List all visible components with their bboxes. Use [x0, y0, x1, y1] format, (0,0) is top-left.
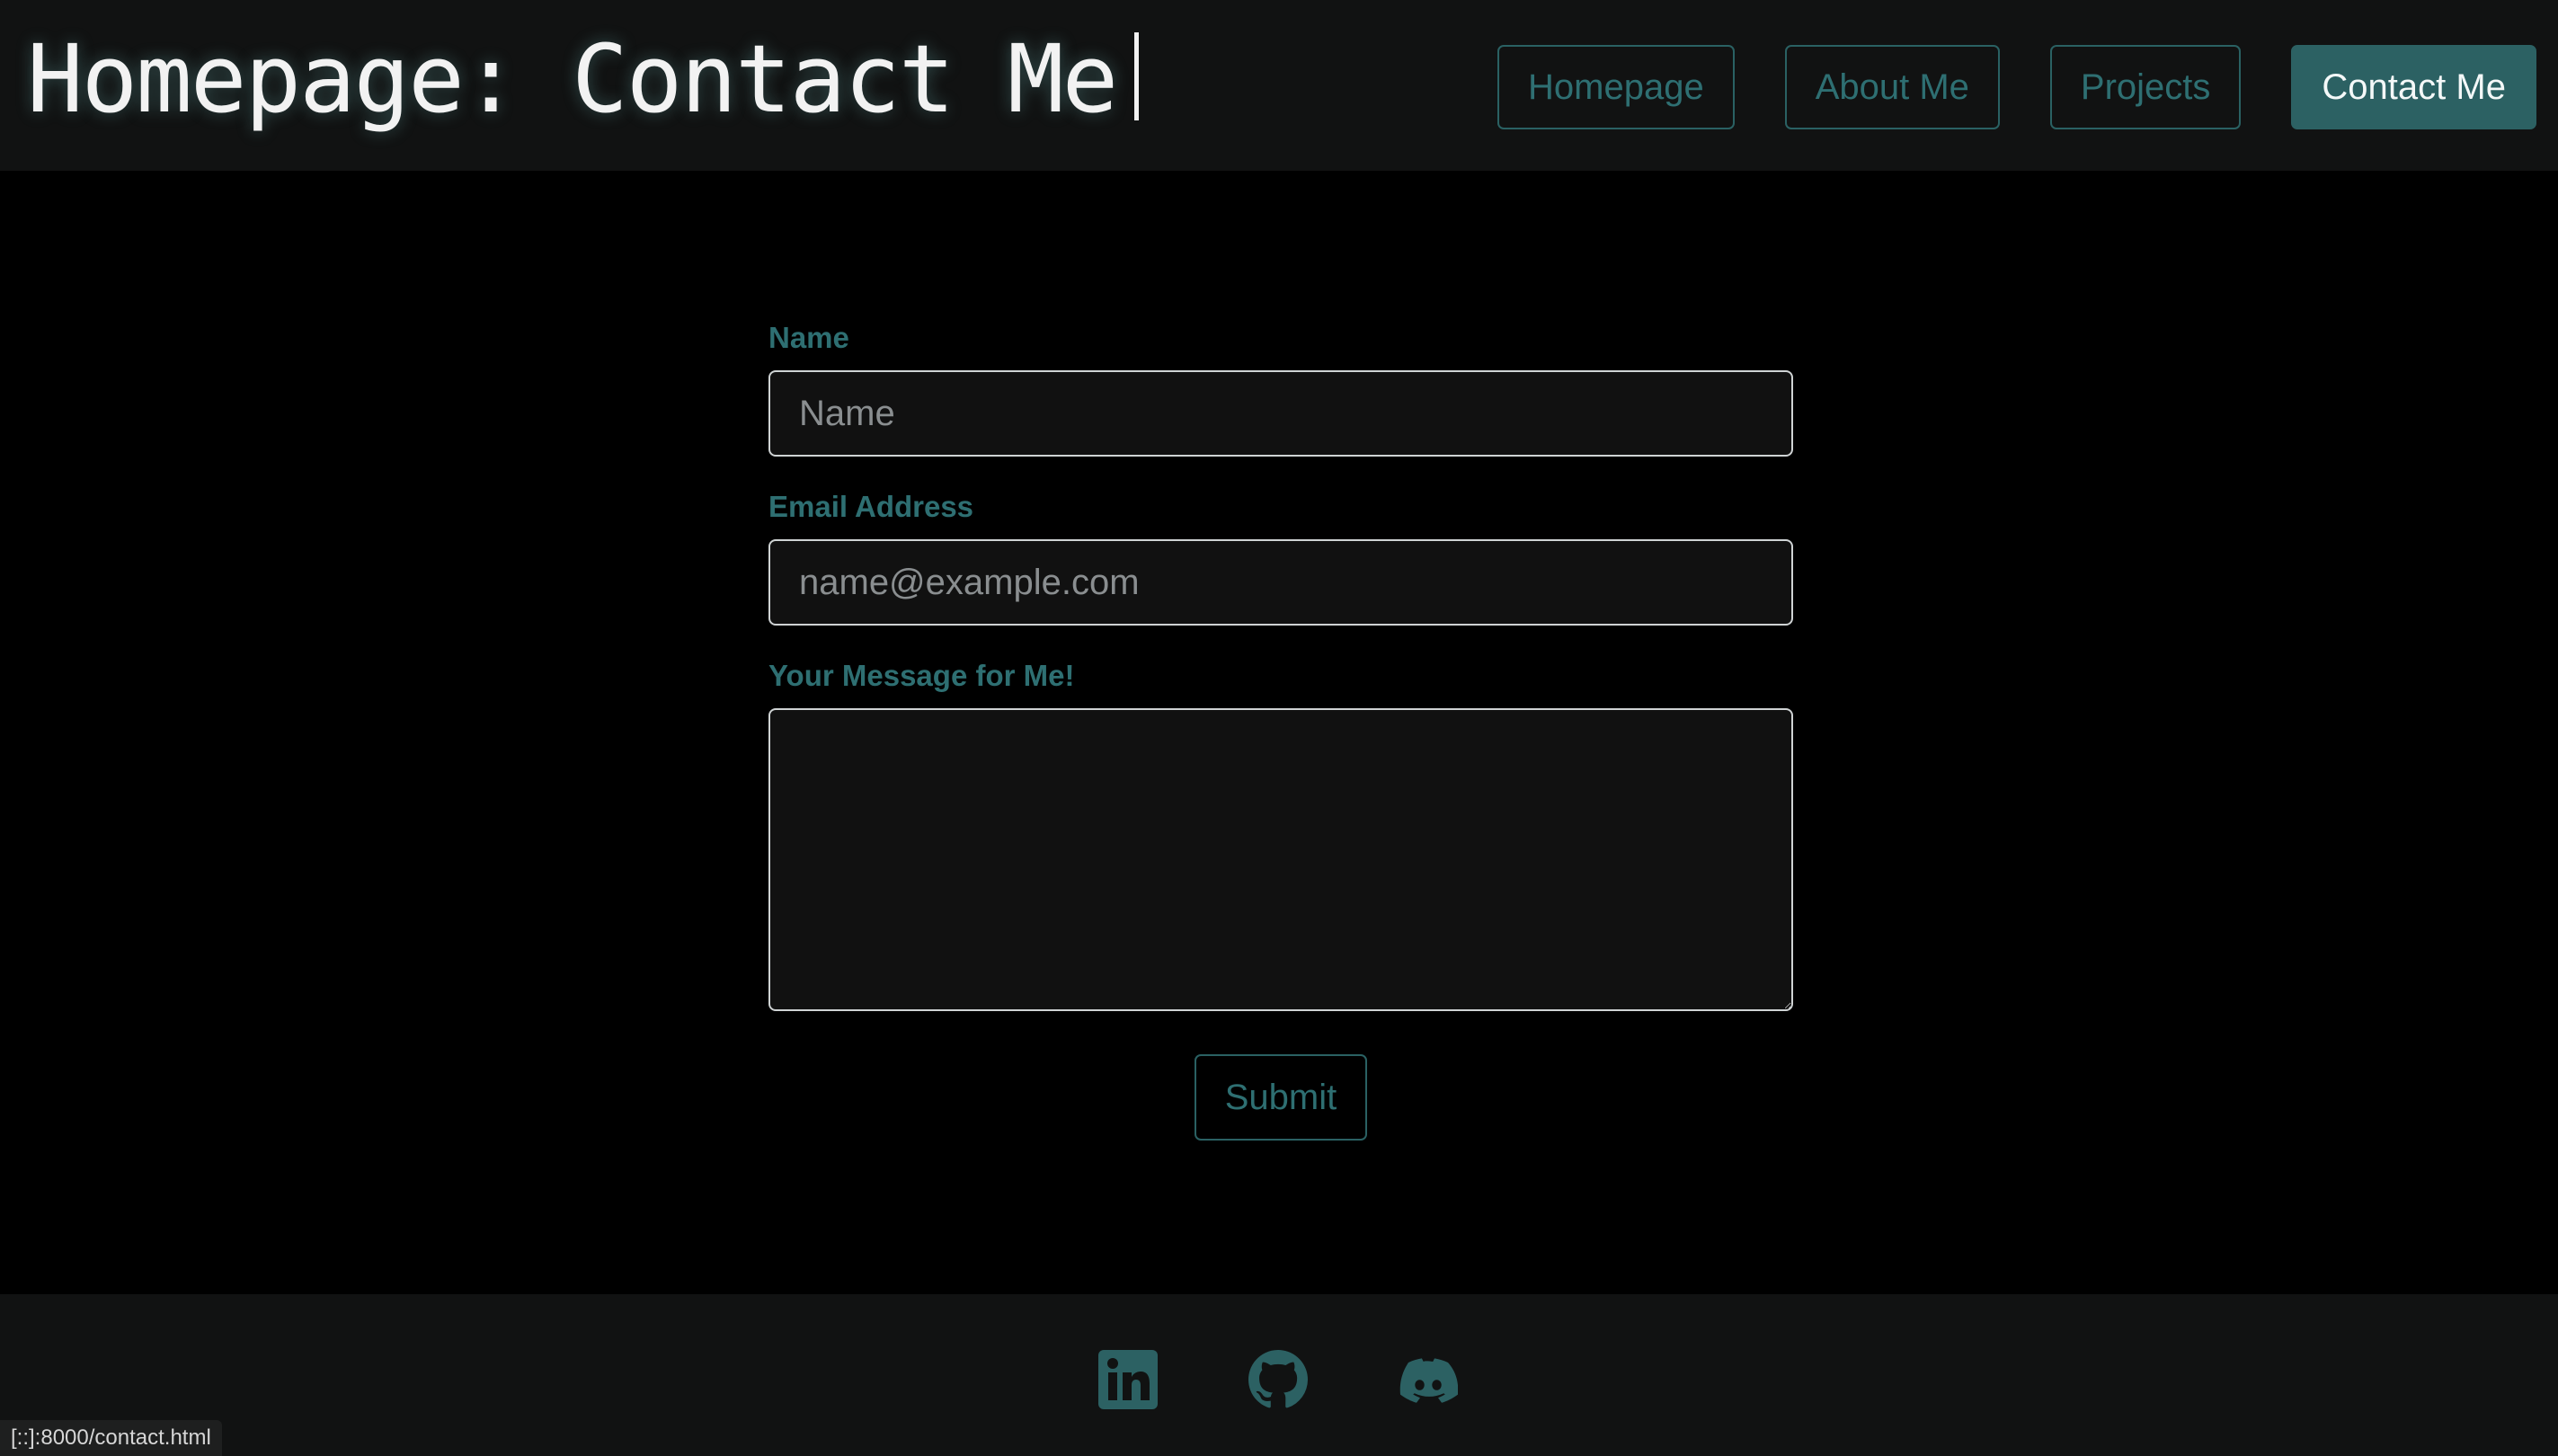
nav-homepage-button[interactable]: Homepage	[1497, 45, 1735, 129]
submit-button[interactable]: Submit	[1194, 1054, 1368, 1141]
submit-wrapper: Submit	[768, 1054, 1793, 1141]
email-label: Email Address	[768, 490, 974, 523]
nav-about-me-button[interactable]: About Me	[1784, 45, 2000, 129]
page-title-text: Homepage: Contact Me	[27, 24, 1118, 134]
message-textarea[interactable]	[768, 708, 1793, 1011]
contact-form: Name Email Address Your Message for Me! …	[768, 306, 1793, 1141]
message-label: Your Message for Me!	[768, 659, 1075, 692]
email-input[interactable]	[768, 539, 1793, 626]
main-nav: Homepage About Me Projects Contact Me	[1497, 45, 2536, 129]
name-label: Name	[768, 321, 849, 354]
linkedin-icon[interactable]	[1098, 1350, 1158, 1409]
typing-cursor	[1134, 32, 1140, 120]
social-links	[1098, 1350, 1458, 1409]
nav-contact-me-button[interactable]: Contact Me	[2291, 45, 2536, 129]
nav-projects-button[interactable]: Projects	[2049, 45, 2242, 129]
name-input[interactable]	[768, 370, 1793, 457]
status-bar-url: [::]:8000/contact.html	[0, 1420, 222, 1456]
github-icon[interactable]	[1248, 1350, 1308, 1409]
page-title: Homepage: Contact Me	[27, 24, 1140, 134]
site-header: Homepage: Contact Me Homepage About Me P…	[0, 0, 2558, 171]
discord-icon[interactable]	[1399, 1350, 1458, 1409]
site-footer	[0, 1294, 2558, 1456]
